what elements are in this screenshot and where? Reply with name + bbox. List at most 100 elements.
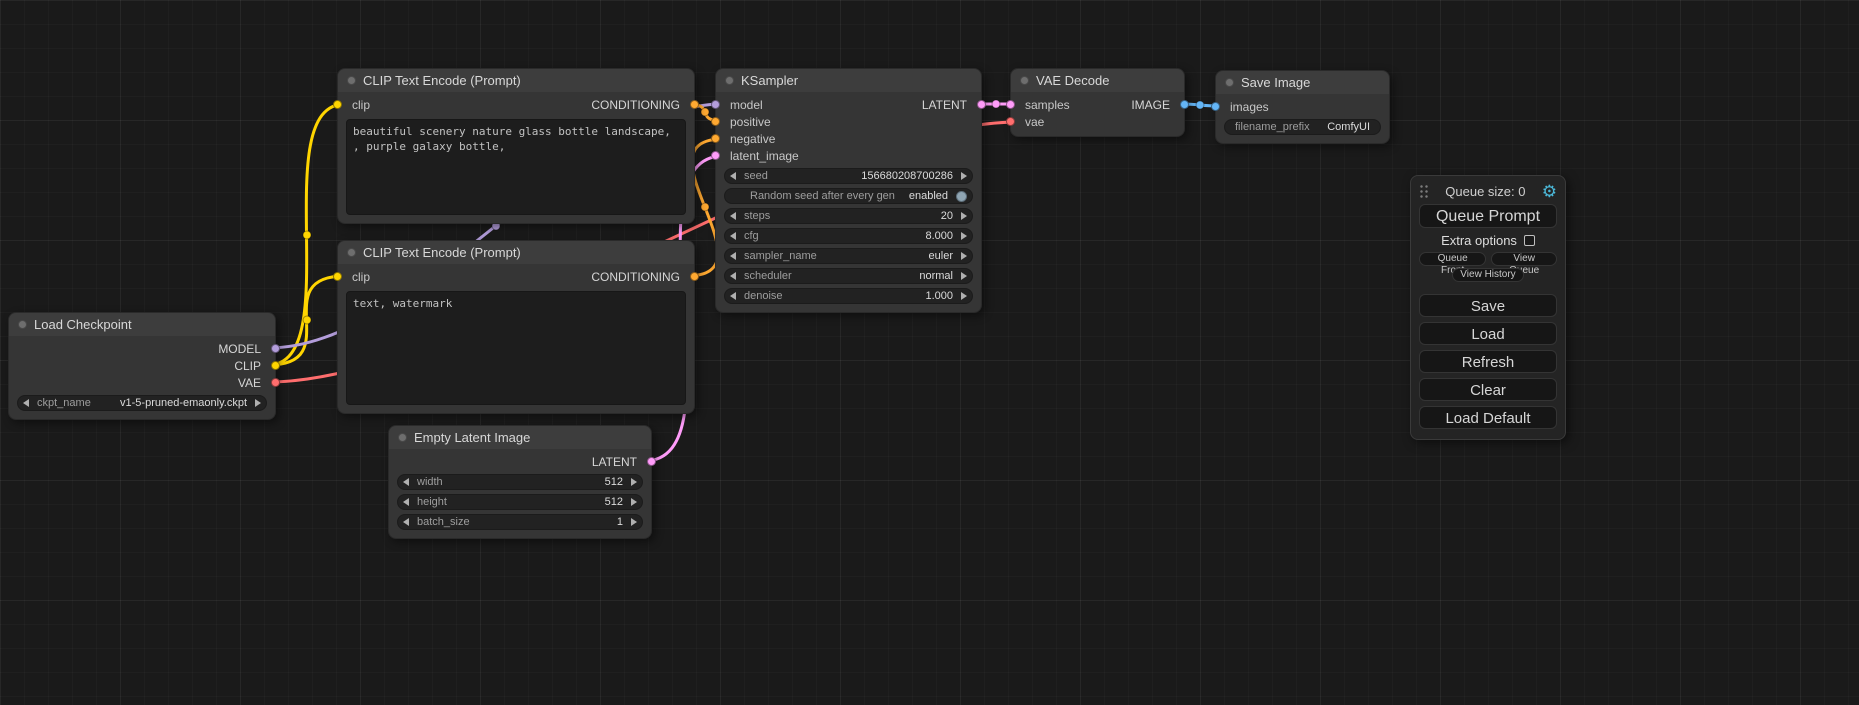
node-save-image[interactable]: Save Image images filename_prefix ComfyU… <box>1215 70 1390 144</box>
prev-value-icon[interactable] <box>730 292 736 300</box>
collapse-dot-icon[interactable] <box>1225 78 1234 87</box>
node-clip-text-encode-negative[interactable]: CLIP Text Encode (Prompt) clip CONDITION… <box>337 240 695 414</box>
input-port-vae[interactable] <box>1006 117 1015 126</box>
node-clip-text-encode-positive[interactable]: CLIP Text Encode (Prompt) clip CONDITION… <box>337 68 695 224</box>
output-port-model[interactable] <box>271 344 280 353</box>
next-value-icon[interactable] <box>255 399 261 407</box>
prompt-textarea[interactable]: beautiful scenery nature glass bottle la… <box>346 119 686 215</box>
output-port-conditioning[interactable] <box>690 272 699 281</box>
widget-cfg[interactable]: cfg 8.000 <box>724 228 973 244</box>
node-title-bar[interactable]: KSampler <box>716 69 981 92</box>
next-value-icon[interactable] <box>961 212 967 220</box>
prev-value-icon[interactable] <box>730 252 736 260</box>
node-load-checkpoint[interactable]: Load Checkpoint MODEL CLIP VAE ckpt_name… <box>8 312 276 420</box>
widget-denoise[interactable]: denoise 1.000 <box>724 288 973 304</box>
prev-value-icon[interactable] <box>730 272 736 280</box>
view-history-button[interactable]: View History <box>1452 268 1523 282</box>
next-value-icon[interactable] <box>961 252 967 260</box>
queue-front-button[interactable]: Queue Front <box>1419 252 1486 266</box>
output-label: CLIP <box>234 359 261 373</box>
input-port-positive[interactable] <box>711 117 720 126</box>
toggle-icon[interactable] <box>956 191 967 202</box>
node-title-bar[interactable]: CLIP Text Encode (Prompt) <box>338 241 694 264</box>
widget-filename-prefix[interactable]: filename_prefix ComfyUI <box>1224 119 1381 135</box>
next-value-icon[interactable] <box>961 292 967 300</box>
node-empty-latent-image[interactable]: Empty Latent Image LATENT width 512 heig… <box>388 425 652 539</box>
node-title-bar[interactable]: VAE Decode <box>1011 69 1184 92</box>
next-value-icon[interactable] <box>631 498 637 506</box>
widget-sampler-name[interactable]: sampler_name euler <box>724 248 973 264</box>
widget-width[interactable]: width 512 <box>397 474 643 490</box>
node-title-bar[interactable]: CLIP Text Encode (Prompt) <box>338 69 694 92</box>
drag-handle-icon[interactable] <box>1419 184 1429 199</box>
output-label: MODEL <box>218 342 261 356</box>
prompt-textarea[interactable]: text, watermark <box>346 291 686 405</box>
prev-value-icon[interactable] <box>403 518 409 526</box>
output-label: IMAGE <box>1131 98 1170 112</box>
input-label: vae <box>1025 115 1044 129</box>
input-port-negative[interactable] <box>711 134 720 143</box>
settings-gear-icon[interactable]: ⚙ <box>1542 183 1557 200</box>
widget-random-seed-toggle[interactable]: Random seed after every gen enabled <box>724 188 973 204</box>
widget-label: filename_prefix <box>1235 121 1310 133</box>
slot-row: clip CONDITIONING <box>346 268 686 285</box>
output-port-latent[interactable] <box>977 100 986 109</box>
node-title: Empty Latent Image <box>414 430 530 445</box>
prev-value-icon[interactable] <box>403 498 409 506</box>
prev-value-icon[interactable] <box>403 478 409 486</box>
node-vae-decode[interactable]: VAE Decode samples IMAGE vae <box>1010 68 1185 137</box>
widget-steps[interactable]: steps 20 <box>724 208 973 224</box>
collapse-dot-icon[interactable] <box>398 433 407 442</box>
node-title-bar[interactable]: Load Checkpoint <box>9 313 275 336</box>
collapse-dot-icon[interactable] <box>347 76 356 85</box>
graph-canvas[interactable]: Load Checkpoint MODEL CLIP VAE ckpt_name… <box>0 0 1859 705</box>
input-port-latent-image[interactable] <box>711 151 720 160</box>
input-port-model[interactable] <box>711 100 720 109</box>
clear-button[interactable]: Clear <box>1419 378 1557 401</box>
view-queue-button[interactable]: View Queue <box>1491 252 1557 266</box>
prev-value-icon[interactable] <box>730 172 736 180</box>
collapse-dot-icon[interactable] <box>18 320 27 329</box>
output-port-clip[interactable] <box>271 361 280 370</box>
save-button[interactable]: Save <box>1419 294 1557 317</box>
extra-options-checkbox[interactable] <box>1524 235 1535 246</box>
next-value-icon[interactable] <box>961 272 967 280</box>
collapse-dot-icon[interactable] <box>725 76 734 85</box>
queue-prompt-button[interactable]: Queue Prompt <box>1419 204 1557 228</box>
node-title-bar[interactable]: Save Image <box>1216 71 1389 94</box>
widget-seed[interactable]: seed 156680208700286 <box>724 168 973 184</box>
output-port-conditioning[interactable] <box>690 100 699 109</box>
node-title-bar[interactable]: Empty Latent Image <box>389 426 651 449</box>
input-port-clip[interactable] <box>333 272 342 281</box>
widget-scheduler[interactable]: scheduler normal <box>724 268 973 284</box>
widget-height[interactable]: height 512 <box>397 494 643 510</box>
next-value-icon[interactable] <box>961 232 967 240</box>
next-value-icon[interactable] <box>631 518 637 526</box>
queue-size-label: Queue size: 0 <box>1429 184 1542 199</box>
refresh-button[interactable]: Refresh <box>1419 350 1557 373</box>
input-port-images[interactable] <box>1211 102 1220 111</box>
input-port-samples[interactable] <box>1006 100 1015 109</box>
link-midpoint-dot <box>701 203 709 211</box>
widget-label: height <box>417 496 447 508</box>
widget-ckpt-name[interactable]: ckpt_name v1-5-pruned-emaonly.ckpt <box>17 395 267 411</box>
slot-row: CLIP <box>17 357 267 374</box>
collapse-dot-icon[interactable] <box>1020 76 1029 85</box>
input-port-clip[interactable] <box>333 100 342 109</box>
collapse-dot-icon[interactable] <box>347 248 356 257</box>
output-port-latent[interactable] <box>647 457 656 466</box>
prev-value-icon[interactable] <box>730 212 736 220</box>
load-default-button[interactable]: Load Default <box>1419 406 1557 429</box>
queue-panel-header: Queue size: 0 ⚙ <box>1419 181 1557 201</box>
node-ksampler[interactable]: KSampler model LATENT positive negative … <box>715 68 982 313</box>
prev-value-icon[interactable] <box>730 232 736 240</box>
output-port-vae[interactable] <box>271 378 280 387</box>
next-value-icon[interactable] <box>961 172 967 180</box>
output-port-image[interactable] <box>1180 100 1189 109</box>
input-label: clip <box>352 270 370 284</box>
widget-batch-size[interactable]: batch_size 1 <box>397 514 643 530</box>
link-midpoint-dot <box>303 231 311 239</box>
load-button[interactable]: Load <box>1419 322 1557 345</box>
prev-value-icon[interactable] <box>23 399 29 407</box>
next-value-icon[interactable] <box>631 478 637 486</box>
